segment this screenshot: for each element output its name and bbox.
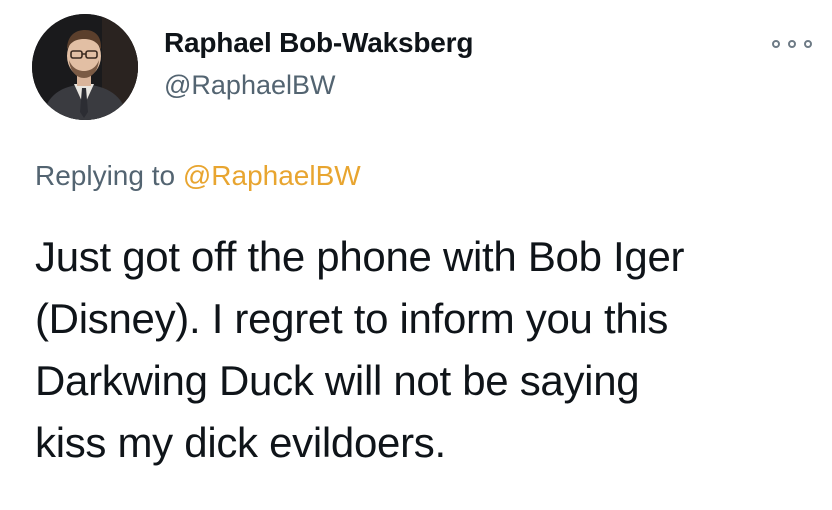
tweet-text-line: Just got off the phone with Bob Iger xyxy=(35,233,685,280)
tweet-text: Just got off the phone with Bob Iger (Di… xyxy=(35,226,825,474)
tweet-text-line: (Disney). I regret to inform you this xyxy=(35,295,669,342)
author-handle[interactable]: @RaphaelBW xyxy=(164,70,335,101)
more-dot xyxy=(788,40,796,48)
more-options-icon[interactable] xyxy=(772,34,812,54)
author-display-name[interactable]: Raphael Bob-Waksberg xyxy=(164,27,473,59)
avatar-image xyxy=(32,14,138,120)
tweet-text-line: kiss my dick evildoers. xyxy=(35,419,446,466)
reply-mention-link[interactable]: @RaphaelBW xyxy=(183,160,361,191)
more-dot xyxy=(804,40,812,48)
tweet-text-line: Darkwing Duck will not be saying xyxy=(35,357,640,404)
tweet-card: Raphael Bob-Waksberg @RaphaelBW Replying… xyxy=(0,0,832,510)
replying-to-label: Replying to xyxy=(35,160,176,191)
author-avatar[interactable] xyxy=(32,14,138,120)
replying-to-line: Replying to @RaphaelBW xyxy=(35,160,361,192)
more-dot xyxy=(772,40,780,48)
